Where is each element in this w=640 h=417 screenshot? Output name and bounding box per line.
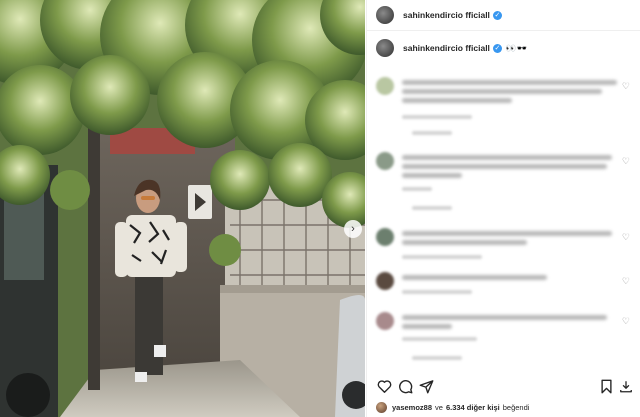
likes-suffix: beğendi <box>502 403 530 412</box>
comment-avatar <box>376 152 394 170</box>
like-button[interactable] <box>376 378 392 394</box>
liker-avatar[interactable] <box>376 402 387 413</box>
comment-item: ♡ <box>376 77 638 137</box>
heart-icon <box>377 380 391 393</box>
verified-badge-icon: ✓ <box>492 43 502 53</box>
comment-avatar <box>376 312 394 330</box>
likes-conjunction: ve <box>435 403 443 412</box>
comment-icon <box>398 379 412 393</box>
heart-icon[interactable]: ♡ <box>622 232 630 243</box>
post-header: sahinkendircio fficiall ✓ <box>367 0 640 31</box>
liker-username[interactable]: yasemoz88 <box>392 403 432 412</box>
caption-text: 👀🕶️ <box>505 42 528 53</box>
chevron-right-icon: › <box>351 223 355 235</box>
comment-avatar <box>376 272 394 290</box>
download-icon <box>620 380 632 392</box>
comment-avatar <box>376 77 394 95</box>
comment-avatar <box>376 228 394 246</box>
next-image-button[interactable]: › <box>344 220 362 238</box>
likes-count[interactable]: 6.334 diğer kişi <box>446 403 500 412</box>
comment-button[interactable] <box>397 378 413 394</box>
header-username[interactable]: sahinkendircio fficiall <box>403 10 490 20</box>
action-bar <box>376 378 634 396</box>
heart-icon[interactable]: ♡ <box>622 316 630 327</box>
save-button[interactable] <box>598 378 614 394</box>
caption: sahinkendircio fficiall ✓ 👀🕶️ <box>376 39 527 57</box>
comment-item: ♡ <box>376 312 638 372</box>
caption-username[interactable]: sahinkendircio fficiall <box>403 43 490 53</box>
post-panel: sahinkendircio fficiall ✓ sahinkendircio… <box>366 0 640 417</box>
share-button[interactable] <box>418 378 434 394</box>
post-photo-illustration <box>0 0 365 417</box>
heart-icon[interactable]: ♡ <box>622 81 630 92</box>
verified-badge-icon: ✓ <box>492 10 502 20</box>
download-button[interactable] <box>618 378 634 394</box>
share-icon <box>419 379 433 393</box>
comment-item: ♡ <box>376 152 638 212</box>
avatar[interactable] <box>376 6 394 24</box>
heart-icon[interactable]: ♡ <box>622 156 630 167</box>
bookmark-icon <box>600 379 612 393</box>
post-photo: › <box>0 0 365 417</box>
heart-icon[interactable]: ♡ <box>622 276 630 287</box>
caption-avatar[interactable] <box>376 39 394 57</box>
likes-summary: yasemoz88 ve 6.334 diğer kişi beğendi <box>376 402 529 413</box>
